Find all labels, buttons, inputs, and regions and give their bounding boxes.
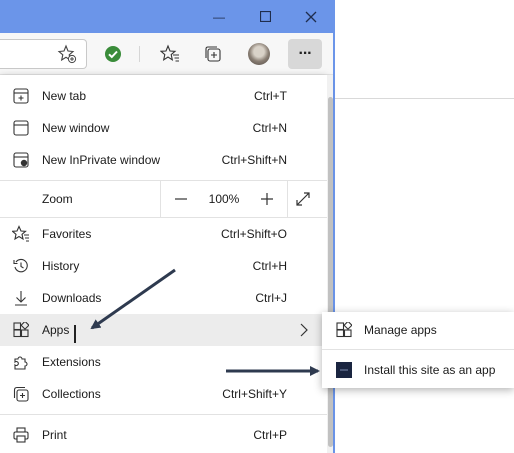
- history-icon: [12, 257, 30, 275]
- menu-item-new-inprivate-window[interactable]: New InPrivate window Ctrl+Shift+N: [0, 144, 327, 176]
- submenu-item-label: Manage apps: [364, 323, 437, 337]
- menu-item-shortcut: Ctrl+P: [253, 428, 287, 442]
- install-app-icon: [336, 362, 352, 378]
- menu-item-label: New tab: [42, 89, 87, 103]
- more-icon: ···: [298, 45, 313, 62]
- menu-item-label: Favorites: [42, 227, 92, 241]
- menu-item-new-window[interactable]: New window Ctrl+N: [0, 112, 327, 144]
- menu-item-extensions[interactable]: Extensions: [0, 346, 327, 378]
- text-cursor: [74, 325, 76, 343]
- settings-menu: New tab Ctrl+T New window Ctrl+N New InP…: [0, 75, 327, 453]
- minimize-button[interactable]: —: [196, 0, 242, 33]
- menu-item-shortcut: Ctrl+T: [254, 89, 287, 103]
- submenu-item-install-site-as-app[interactable]: Install this site as an app: [322, 354, 514, 386]
- menu-scrollbar[interactable]: [327, 75, 333, 453]
- extension-button[interactable]: [98, 39, 128, 69]
- menu-item-shortcut: Ctrl+Shift+Y: [222, 387, 287, 401]
- new-tab-icon: [12, 87, 30, 105]
- close-icon: [305, 11, 317, 22]
- zoom-label: Zoom: [42, 192, 73, 206]
- menu-item-downloads[interactable]: Downloads Ctrl+J: [0, 282, 327, 314]
- add-favorite-icon: [57, 44, 77, 64]
- maximize-button[interactable]: [242, 0, 288, 33]
- profile-avatar: [248, 43, 270, 65]
- title-bar: —: [0, 0, 334, 33]
- menu-separator: [0, 414, 327, 415]
- menu-item-print[interactable]: Print Ctrl+P: [0, 419, 327, 451]
- extension-check-icon: [105, 46, 121, 62]
- zoom-value: 100%: [208, 192, 240, 206]
- menu-item-label: History: [42, 259, 80, 273]
- inprivate-icon: [12, 151, 30, 169]
- zoom-controls: 100%: [160, 181, 288, 217]
- menu-item-collections[interactable]: Collections Ctrl+Shift+Y: [0, 378, 327, 410]
- menu-item-shortcut: Ctrl+J: [255, 291, 287, 305]
- menu-item-label: Collections: [42, 387, 101, 401]
- apps-icon: [336, 322, 352, 338]
- collections-icon: [205, 46, 221, 62]
- profile-button[interactable]: [244, 39, 274, 69]
- address-bar[interactable]: [0, 39, 87, 69]
- menu-item-shortcut: Ctrl+Shift+N: [221, 153, 287, 167]
- downloads-icon: [12, 289, 30, 307]
- fullscreen-button[interactable]: [288, 185, 318, 213]
- submenu-item-label: Install this site as an app: [364, 363, 496, 377]
- new-window-icon: [12, 119, 30, 137]
- chevron-right-icon: [300, 323, 308, 340]
- minus-icon: [175, 198, 187, 200]
- menu-item-label: New InPrivate window: [42, 153, 161, 167]
- collections-button[interactable]: [198, 39, 228, 69]
- maximize-icon: [259, 11, 271, 22]
- zoom-row: Zoom 100%: [0, 181, 327, 217]
- page-divider: [335, 98, 514, 99]
- collections-icon: [12, 385, 30, 403]
- extensions-icon: [12, 353, 30, 371]
- apps-icon: [12, 321, 30, 339]
- menu-item-label: Print: [42, 428, 67, 442]
- scrollbar-thumb[interactable]: [328, 97, 333, 447]
- fullscreen-icon: [296, 192, 310, 206]
- menu-item-label: New window: [42, 121, 110, 135]
- submenu-separator: [322, 349, 514, 350]
- menu-item-label: Downloads: [42, 291, 102, 305]
- favorites-icon: [12, 225, 30, 243]
- menu-item-label: Extensions: [42, 355, 101, 369]
- menu-item-shortcut: Ctrl+N: [252, 121, 287, 135]
- toolbar-separator: [139, 46, 140, 62]
- zoom-out-button[interactable]: [167, 185, 195, 213]
- browser-toolbar: ···: [0, 33, 333, 75]
- menu-item-history[interactable]: History Ctrl+H: [0, 250, 327, 282]
- settings-and-more-button[interactable]: ···: [288, 39, 322, 69]
- minimize-icon: —: [213, 9, 225, 24]
- apps-submenu: Manage apps Install this site as an app: [322, 312, 514, 388]
- zoom-in-button[interactable]: [253, 185, 281, 213]
- favorites-button[interactable]: [155, 39, 185, 69]
- menu-item-apps[interactable]: Apps: [0, 314, 327, 346]
- menu-item-new-tab[interactable]: New tab Ctrl+T: [0, 80, 327, 112]
- print-icon: [12, 426, 30, 444]
- menu-item-shortcut: Ctrl+Shift+O: [220, 227, 287, 241]
- close-button[interactable]: [288, 0, 334, 33]
- plus-icon: [261, 193, 273, 205]
- submenu-item-manage-apps[interactable]: Manage apps: [322, 314, 514, 346]
- menu-item-label: Apps: [42, 323, 70, 337]
- favorites-icon: [160, 44, 179, 62]
- menu-item-favorites[interactable]: Favorites Ctrl+Shift+O: [0, 218, 327, 250]
- menu-item-shortcut: Ctrl+H: [252, 259, 287, 273]
- add-favorite-button[interactable]: [52, 39, 82, 69]
